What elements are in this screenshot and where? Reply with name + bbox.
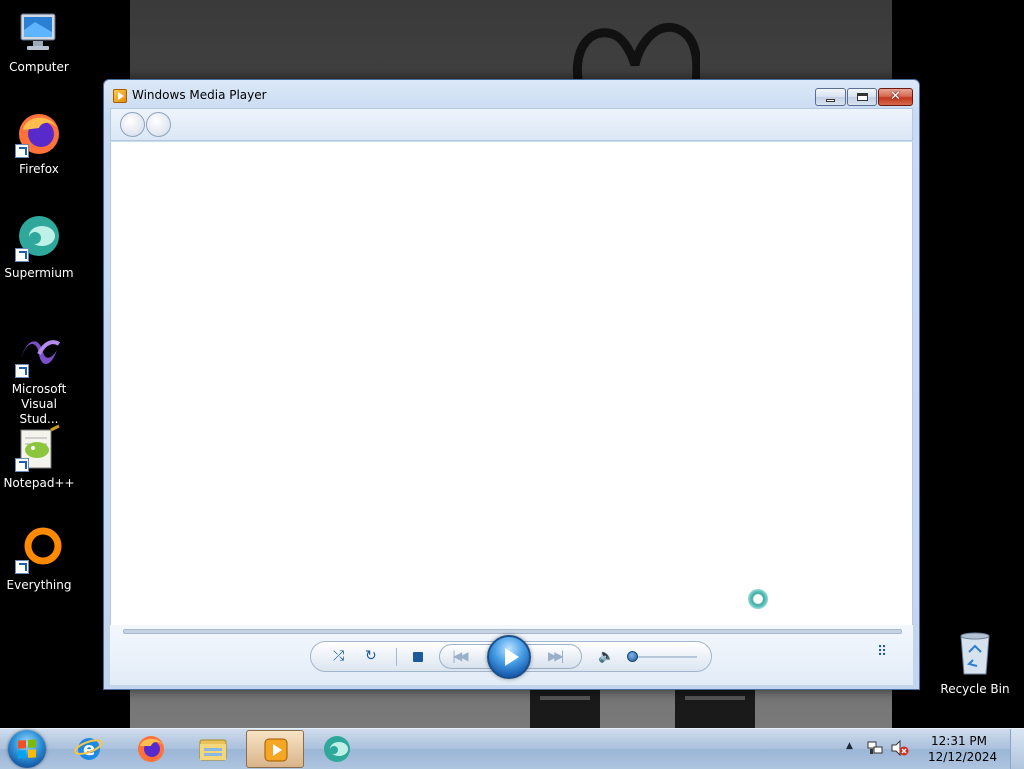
minimize-icon	[826, 99, 835, 102]
desktop-icon-label: Everything	[6, 578, 72, 592]
show-desktop-button[interactable]	[1010, 729, 1024, 769]
taskbar: e ▲ 12:31 PM 12/12/2024	[0, 728, 1024, 769]
desktop-icon-everything[interactable]: Everything	[0, 526, 78, 593]
desktop-icon-label: Firefox	[19, 162, 59, 176]
volume-slider-thumb[interactable]	[626, 651, 638, 662]
clock-time[interactable]: 12:31 PM	[928, 734, 990, 748]
shortcut-arrow-icon	[15, 144, 29, 158]
now-playing-area[interactable]	[110, 142, 913, 625]
previous-button[interactable]: |◀◀	[452, 649, 468, 663]
shortcut-arrow-icon	[15, 458, 29, 472]
switch-to-library-button[interactable]: ⠿	[877, 644, 887, 660]
desktop-icon-notepad-plus-plus[interactable]: Notepad++	[0, 424, 78, 491]
repeat-icon[interactable]: ↻	[365, 649, 377, 663]
desktop-icon-label: Microsoft Visual Stud...	[11, 382, 67, 426]
desktop-icon-supermium[interactable]: Supermium	[0, 214, 78, 281]
loading-spinner-icon	[748, 589, 768, 609]
start-button[interactable]	[8, 730, 46, 768]
recycle-bin-icon	[951, 630, 999, 678]
network-icon[interactable]	[867, 740, 883, 756]
maximize-button[interactable]	[847, 88, 877, 106]
folder-icon	[199, 739, 227, 761]
back-button[interactable]	[120, 112, 145, 137]
volume-muted-icon[interactable]	[891, 740, 909, 756]
playback-controls: ⤮ ↻ |◀◀ ▶▶| 🔈 ⠿	[110, 625, 913, 685]
navigation-bar	[110, 108, 913, 141]
taskbar-supermium[interactable]	[308, 730, 366, 768]
window-titlebar[interactable]: Windows Media Player ✕	[104, 80, 919, 108]
wallpaper-feet	[530, 688, 755, 728]
minimize-button[interactable]	[815, 88, 846, 106]
everything-icon	[15, 526, 63, 574]
desktop-icon-recycle-bin[interactable]: Recycle Bin	[936, 630, 1014, 697]
desktop-icon-label: Notepad++	[3, 476, 75, 490]
next-button[interactable]: ▶▶|	[548, 649, 564, 663]
play-icon	[505, 648, 519, 666]
desktop-icon-visual-studio[interactable]: Microsoft Visual Stud...	[0, 330, 78, 427]
close-button[interactable]: ✕	[878, 88, 913, 106]
media-player-icon	[113, 89, 127, 103]
play-button[interactable]	[487, 635, 531, 679]
shortcut-arrow-icon	[15, 560, 29, 574]
shortcut-arrow-icon	[15, 364, 29, 378]
shuffle-icon[interactable]: ⤮	[333, 649, 344, 663]
forward-button[interactable]	[146, 112, 171, 137]
show-hidden-icons-button[interactable]: ▲	[846, 741, 853, 751]
desktop-icon-label: Computer	[9, 60, 69, 74]
computer-icon	[15, 8, 63, 56]
firefox-icon	[138, 736, 164, 762]
internet-explorer-icon: e	[74, 738, 103, 760]
transport-bar: ⤮ ↻ |◀◀ ▶▶| 🔈	[310, 635, 712, 679]
desktop-icon-label: Supermium	[4, 266, 74, 280]
mute-button[interactable]: 🔈	[598, 650, 614, 664]
close-icon: ✕	[890, 89, 901, 104]
media-player-icon	[264, 738, 288, 762]
supermium-icon	[15, 214, 63, 262]
control-divider	[396, 648, 397, 666]
seek-bar[interactable]	[123, 629, 902, 634]
taskbar-internet-explorer[interactable]: e	[60, 730, 118, 768]
windows-logo-icon	[18, 739, 36, 759]
taskbar-windows-explorer[interactable]	[184, 730, 242, 768]
desktop-icon-computer[interactable]: Computer	[0, 8, 78, 75]
window-title: Windows Media Player	[132, 88, 267, 102]
shortcut-arrow-icon	[15, 248, 29, 262]
clock-date[interactable]: 12/12/2024	[928, 750, 997, 764]
supermium-icon	[324, 736, 350, 762]
desktop-icon-label: Recycle Bin	[940, 682, 1010, 696]
taskbar-windows-media-player[interactable]	[246, 730, 304, 768]
media-player-window[interactable]: Windows Media Player ✕ ⤮ ↻ |◀◀ ▶▶| 🔈 ⠿	[103, 79, 920, 690]
wallpaper-heart-drawing	[572, 23, 700, 90]
notepad-plus-plus-icon	[15, 424, 63, 472]
taskbar-firefox[interactable]	[122, 730, 180, 768]
maximize-icon	[857, 93, 868, 101]
desktop-icon-firefox[interactable]: Firefox	[0, 110, 78, 177]
stop-button[interactable]	[413, 652, 423, 662]
visual-studio-icon	[15, 330, 63, 378]
volume-slider[interactable]	[629, 656, 697, 658]
firefox-icon	[15, 110, 63, 158]
